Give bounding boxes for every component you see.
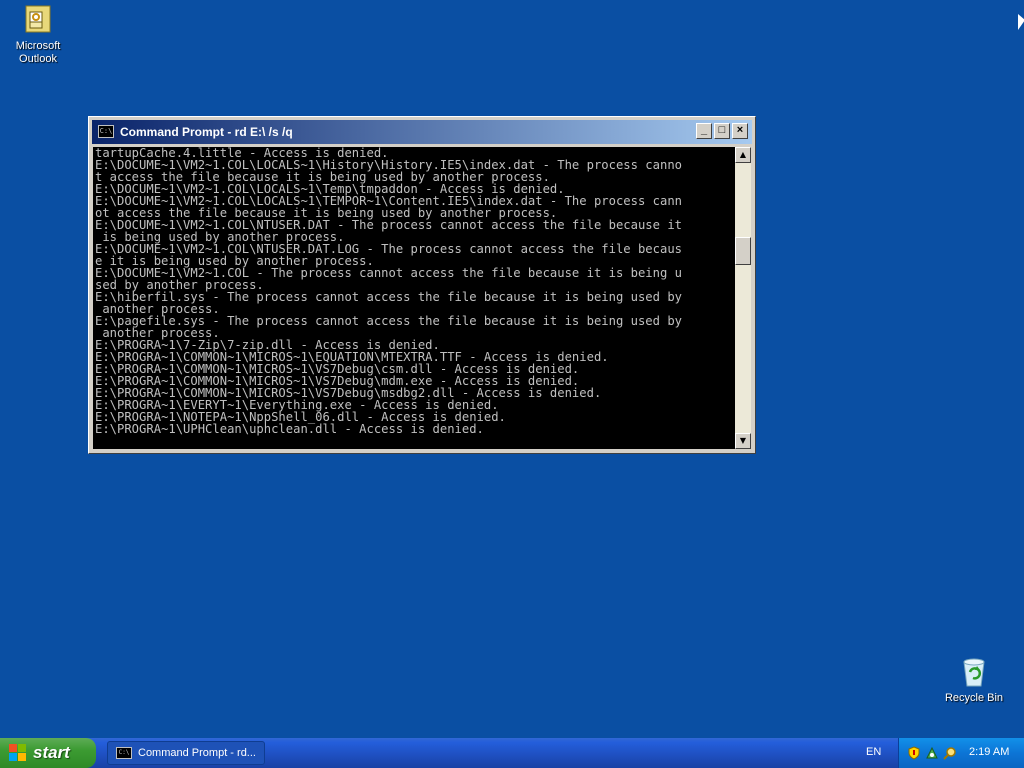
- cmd-app-icon: C:\: [116, 747, 132, 759]
- console-text: tartupCache.4.little - Access is denied.…: [93, 147, 735, 435]
- system-tray: 2:19 AM: [898, 738, 1024, 768]
- network-icon[interactable]: [925, 745, 939, 759]
- taskbar-item-command-prompt[interactable]: C:\ Command Prompt - rd...: [107, 741, 265, 765]
- recycle-bin-desktop-icon[interactable]: Recycle Bin: [936, 656, 1012, 705]
- outlook-desktop-icon[interactable]: Microsoft Outlook: [0, 4, 76, 66]
- maximize-button[interactable]: □: [714, 123, 730, 139]
- windows-logo-icon: [9, 744, 27, 762]
- taskbar-item-label: Command Prompt - rd...: [138, 747, 256, 759]
- security-shield-icon[interactable]: [907, 745, 921, 760]
- start-button[interactable]: start: [0, 738, 96, 768]
- outlook-icon: [22, 4, 54, 36]
- window-titlebar[interactable]: C:\ Command Prompt - rd E:\ /s /q _ □ ×: [92, 120, 752, 144]
- clock[interactable]: 2:19 AM: [969, 746, 1009, 758]
- scroll-down-arrow-icon[interactable]: ▼: [735, 433, 751, 449]
- command-prompt-window[interactable]: C:\ Command Prompt - rd E:\ /s /q _ □ × …: [88, 116, 756, 454]
- search-icon[interactable]: [943, 745, 957, 760]
- mouse-cursor-icon: [1018, 14, 1024, 30]
- minimize-button[interactable]: _: [696, 123, 712, 139]
- vertical-scrollbar[interactable]: ▲ ▼: [735, 147, 751, 449]
- start-label: start: [33, 743, 70, 762]
- recycle-bin-label: Recycle Bin: [944, 692, 1004, 704]
- cmd-app-icon: C:\: [98, 125, 114, 138]
- console-output[interactable]: tartupCache.4.little - Access is denied.…: [93, 147, 735, 449]
- close-button[interactable]: ×: [732, 123, 748, 139]
- console-line: E:\PROGRA~1\UPHClean\uphclean.dll - Acce…: [95, 422, 484, 436]
- scroll-up-arrow-icon[interactable]: ▲: [735, 147, 751, 163]
- recycle-bin-icon: [958, 656, 990, 688]
- language-indicator[interactable]: EN: [866, 746, 881, 758]
- taskbar: start C:\ Command Prompt - rd... EN 2:19…: [0, 738, 1024, 768]
- window-title: Command Prompt - rd E:\ /s /q: [120, 125, 293, 139]
- outlook-label: Microsoft Outlook: [15, 40, 61, 65]
- scrollbar-thumb[interactable]: [735, 237, 751, 265]
